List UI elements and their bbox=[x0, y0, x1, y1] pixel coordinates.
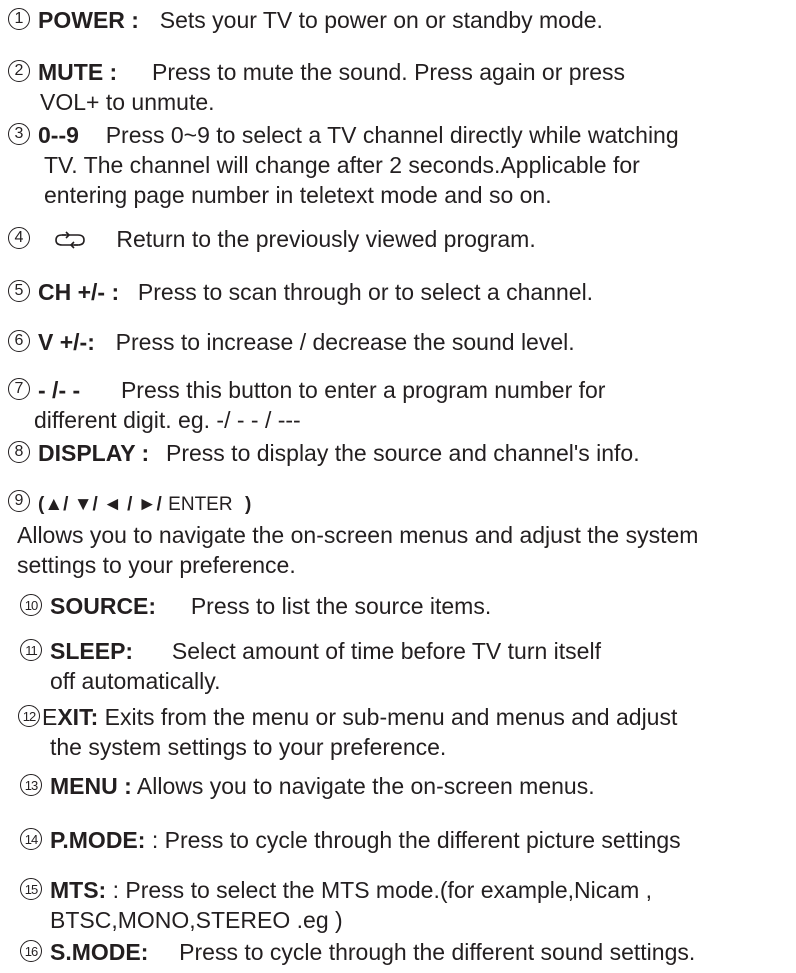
item-number: 10 bbox=[20, 594, 42, 616]
item-text: Exits from the menu or sub-menu and menu… bbox=[104, 704, 678, 730]
item-continuation: TV. The channel will change after 2 seco… bbox=[44, 152, 640, 178]
item-text: Sets your TV to power on or standby mode… bbox=[159, 7, 603, 33]
item-key: MTS: bbox=[50, 877, 107, 903]
item-number: 8 bbox=[8, 441, 30, 463]
list-item: 11 SLEEP: Select amount of time before T… bbox=[20, 636, 788, 696]
list-item: 1 POWER : Sets your TV to power on or st… bbox=[8, 5, 788, 35]
return-arrows-icon bbox=[52, 226, 88, 256]
item-key-close: ) bbox=[244, 494, 252, 515]
item-key: MENU : bbox=[50, 773, 132, 799]
item-key: (▲/ ▼/ ◄ / ►/ bbox=[38, 494, 162, 515]
item-key: POWER : bbox=[38, 7, 139, 33]
item-number: 5 bbox=[8, 280, 30, 302]
item-number: 15 bbox=[20, 878, 42, 900]
item-text: Press to increase / decrease the sound l… bbox=[115, 329, 575, 355]
list-item: 12 EXIT: Exits from the menu or sub-menu… bbox=[18, 702, 788, 762]
item-key: S.MODE: bbox=[50, 939, 149, 965]
item-number: 3 bbox=[8, 123, 30, 145]
item-key: XIT: bbox=[57, 704, 99, 730]
item-number: 12 bbox=[18, 705, 40, 727]
item-continuation: different digit. eg. -/ - - / --- bbox=[34, 407, 301, 433]
item-number: 1 bbox=[8, 8, 30, 30]
list-item: 10 SOURCE: Press to list the source item… bbox=[20, 591, 788, 621]
item-continuation: entering page number in teletext mode an… bbox=[44, 182, 552, 208]
item-key: - /- - bbox=[38, 377, 81, 403]
item-key-prefix: E bbox=[42, 704, 58, 730]
list-item: 8 DISPLAY : Press to display the source … bbox=[8, 438, 788, 468]
list-item: 5 CH +/- : Press to scan through or to s… bbox=[8, 277, 788, 307]
item-text: Press to list the source items. bbox=[190, 593, 492, 619]
item-key: V +/-: bbox=[38, 329, 95, 355]
item-continuation: Allows you to navigate the on-screen men… bbox=[17, 522, 699, 548]
item-continuation: VOL+ to unmute. bbox=[40, 89, 215, 115]
list-item: 3 0--9 Press 0~9 to select a TV channel … bbox=[8, 120, 788, 210]
item-number: 14 bbox=[20, 828, 42, 850]
list-item: 13 MENU : Allows you to navigate the on-… bbox=[20, 771, 788, 801]
item-number: 9 bbox=[8, 490, 30, 512]
item-key: SOURCE: bbox=[50, 593, 157, 619]
item-number: 6 bbox=[8, 330, 30, 352]
item-text: Press to display the source and channel'… bbox=[166, 440, 640, 466]
item-key: MUTE : bbox=[38, 59, 118, 85]
item-number: 2 bbox=[8, 60, 30, 82]
list-item: 14 P.MODE: : Press to cycle through the … bbox=[20, 825, 788, 855]
list-item: 7 - /- - Press this button to enter a pr… bbox=[8, 375, 788, 435]
item-number: 11 bbox=[20, 639, 42, 661]
item-text: Press to scan through or to select a cha… bbox=[137, 279, 594, 305]
item-number: 16 bbox=[20, 940, 42, 962]
item-continuation: the system settings to your preference. bbox=[50, 734, 447, 760]
list-item: 9 (▲/ ▼/ ◄ / ►/ ENTER ) Allows you to na… bbox=[8, 487, 788, 580]
list-item: 15 MTS: : Press to select the MTS mode.(… bbox=[20, 875, 788, 935]
item-key: P.MODE: bbox=[50, 827, 146, 853]
item-key: 0--9 bbox=[38, 122, 79, 148]
item-text: : Press to select the MTS mode.(for exam… bbox=[112, 877, 653, 903]
item-text: Press to mute the sound. Press again or … bbox=[152, 59, 626, 85]
item-text: Allows you to navigate the on-screen men… bbox=[136, 773, 595, 799]
list-item: 4 Return to the previously viewed progra… bbox=[8, 224, 788, 256]
item-text: Select amount of time before TV turn its… bbox=[171, 638, 601, 664]
item-text: Press to cycle through the different sou… bbox=[179, 939, 696, 965]
item-text: Press this button to enter a program num… bbox=[120, 377, 606, 403]
item-text: : Press to cycle through the different p… bbox=[151, 827, 681, 853]
item-text: Press 0~9 to select a TV channel directl… bbox=[105, 122, 679, 148]
item-key: DISPLAY : bbox=[38, 440, 150, 466]
list-item: 16 S.MODE: Press to cycle through the di… bbox=[20, 937, 788, 967]
item-continuation: BTSC,MONO,STEREO .eg ) bbox=[50, 907, 343, 933]
item-key-tail: ENTER bbox=[168, 494, 233, 515]
item-number: 4 bbox=[8, 227, 30, 249]
item-number: 13 bbox=[20, 774, 42, 796]
item-continuation: settings to your preference. bbox=[17, 552, 296, 578]
item-key: CH +/- : bbox=[38, 279, 120, 305]
list-item: 2 MUTE : Press to mute the sound. Press … bbox=[8, 57, 788, 117]
item-number: 7 bbox=[8, 378, 30, 400]
item-text: Return to the previously viewed program. bbox=[116, 226, 536, 252]
list-item: 6 V +/-: Press to increase / decrease th… bbox=[8, 327, 788, 357]
item-key: SLEEP: bbox=[50, 638, 134, 664]
item-continuation: off automatically. bbox=[50, 668, 221, 694]
